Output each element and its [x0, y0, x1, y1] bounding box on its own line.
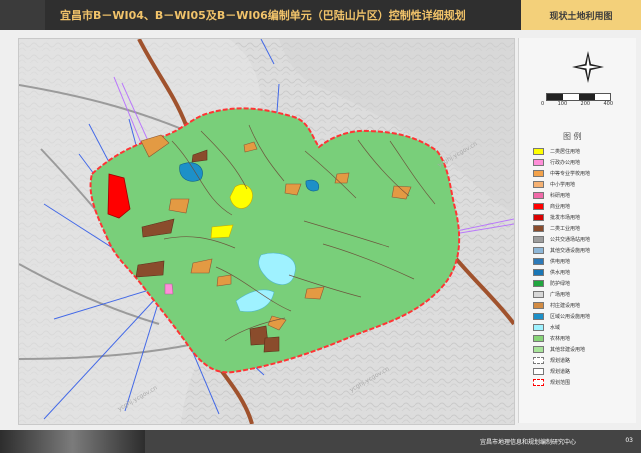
legend-swatch: [533, 214, 544, 221]
legend-item-12: 供水用地: [533, 267, 628, 278]
legend-swatch: [533, 324, 544, 331]
legend-item-1: 二类居住用地: [533, 146, 628, 157]
legend-label: 规划道路: [550, 358, 571, 364]
legend-item-13: 防护绿地: [533, 278, 628, 289]
legend-swatch: [533, 225, 544, 232]
legend-title: 图 例: [563, 132, 582, 141]
legend-label: 其他交通设施用地: [550, 248, 591, 254]
legend-label: 二类居住用地: [550, 149, 581, 155]
legend-label: 中等专业学校用地: [550, 171, 591, 177]
legend-swatch: [533, 192, 544, 199]
legend-item-14: 广场用地: [533, 289, 628, 300]
legend-panel: 0 100 200 400 图 例 二类居住用地 行政办公用地 中等专业学校用地…: [518, 38, 636, 423]
legend-swatch: [533, 302, 544, 309]
page-number: 03: [625, 437, 633, 444]
legend-swatch: [533, 379, 544, 386]
legend-label: 二类工业用地: [550, 226, 581, 232]
legend-swatch: [533, 148, 544, 155]
legend-label: 科研用地: [550, 193, 571, 199]
legend-item-6: 商业用地: [533, 201, 628, 212]
legend-swatch: [533, 368, 544, 375]
legend-label: 农林用地: [550, 336, 571, 342]
legend-swatch: [533, 170, 544, 177]
scale-label-0: 0: [541, 101, 545, 107]
legend-item-4: 中小学用地: [533, 179, 628, 190]
legend-item-15: 村庄建设用地: [533, 300, 628, 311]
map-type-label: 现状土地利用图: [521, 0, 641, 30]
legend-item-11: 供电用地: [533, 256, 628, 267]
legend-item-18: 农林用地: [533, 333, 628, 344]
page-title: 宜昌市B－WI04、B－WI05及B－WI06编制单元（巴陆山片区）控制性详细规…: [60, 9, 466, 22]
legend-swatch: [533, 247, 544, 254]
legend-item-2: 行政办公用地: [533, 157, 628, 168]
legend-item-9: 公共交通场站用地: [533, 234, 628, 245]
header-left-block: [0, 0, 45, 30]
legend-list: 二类居住用地 行政办公用地 中等专业学校用地 中小学用地 科研用地 商业用地 批…: [533, 146, 628, 388]
legend-item-21: 规划道路: [533, 366, 628, 377]
footer-bar: 宜昌市地理信息和规划编制研究中心 03: [0, 430, 641, 453]
legend-label: 村庄建设用地: [550, 303, 581, 309]
scale-labels: 0 100 200 400: [541, 101, 613, 107]
legend-item-10: 其他交通设施用地: [533, 245, 628, 256]
legend-item-22: 规划范围: [533, 377, 628, 388]
legend-label: 公共交通场站用地: [550, 237, 591, 243]
legend-label: 中小学用地: [550, 182, 576, 188]
legend-label: 区域公用设施用地: [550, 314, 591, 320]
legend-item-8: 二类工业用地: [533, 223, 628, 234]
legend-swatch: [533, 357, 544, 364]
legend-label: 商业用地: [550, 204, 571, 210]
legend-swatch: [533, 236, 544, 243]
map-canvas: ycghj.ycgov.cn ycghj.ycgov.cn ycghj.ycgo…: [18, 38, 515, 425]
legend-item-7: 批发市场用地: [533, 212, 628, 223]
legend-item-16: 区域公用设施用地: [533, 311, 628, 322]
legend-swatch: [533, 335, 544, 342]
legend-label: 防护绿地: [550, 281, 571, 287]
legend-item-19: 其他非建设用地: [533, 344, 628, 355]
land-use-map: ycghj.ycgov.cn ycghj.ycgov.cn ycghj.ycgo…: [19, 39, 514, 424]
planning-map-page: 宜昌市B－WI04、B－WI05及B－WI06编制单元（巴陆山片区）控制性详细规…: [0, 0, 641, 453]
scale-label-200: 200: [580, 101, 591, 107]
legend-label: 规划范围: [550, 380, 571, 386]
legend-label: 批发市场用地: [550, 215, 581, 221]
footer-decoration: [0, 430, 145, 453]
legend-label: 供水用地: [550, 270, 571, 276]
organization-name: 宜昌市地理信息和规划编制研究中心: [480, 439, 577, 446]
header-bar: 宜昌市B－WI04、B－WI05及B－WI06编制单元（巴陆山片区）控制性详细规…: [0, 0, 641, 30]
legend-label: 供电用地: [550, 259, 571, 265]
legend-label: 广场用地: [550, 292, 571, 298]
legend-label: 水域: [550, 325, 561, 331]
legend-swatch: [533, 159, 544, 166]
legend-label: 规划道路: [550, 369, 571, 375]
legend-label: 其他非建设用地: [550, 347, 586, 353]
legend-swatch: [533, 280, 544, 287]
scale-label-100: 100: [557, 101, 568, 107]
legend-swatch: [533, 291, 544, 298]
scale-label-400: 400: [603, 101, 613, 107]
north-arrow-icon: [572, 51, 604, 83]
legend-item-5: 科研用地: [533, 190, 628, 201]
legend-item-17: 水域: [533, 322, 628, 333]
legend-item-3: 中等专业学校用地: [533, 168, 628, 179]
scale-bar: [546, 93, 611, 101]
admin-office-land: [164, 283, 174, 295]
legend-swatch: [533, 258, 544, 265]
legend-swatch: [533, 313, 544, 320]
legend-item-20: 规划道路: [533, 355, 628, 366]
legend-swatch: [533, 269, 544, 276]
legend-label: 行政办公用地: [550, 160, 581, 166]
legend-swatch: [533, 203, 544, 210]
legend-swatch: [533, 181, 544, 188]
legend-swatch: [533, 346, 544, 353]
